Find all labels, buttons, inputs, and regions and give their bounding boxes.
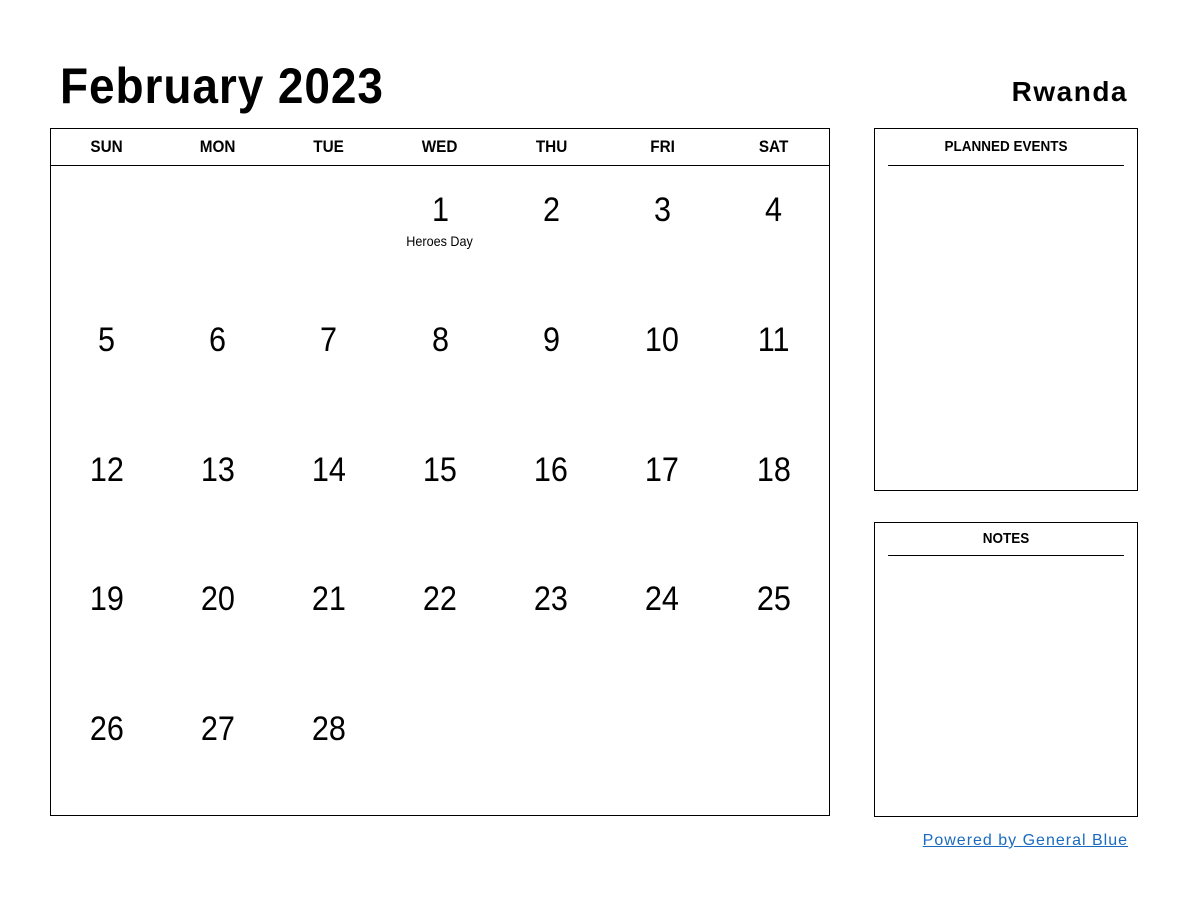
day-cell: 8 — [384, 296, 495, 426]
day-cell: 17 — [607, 426, 718, 556]
weekday-tue: TUE — [313, 137, 345, 156]
planned-events-heading: PLANNED EVENTS — [888, 129, 1124, 166]
day-number: 9 — [542, 320, 560, 359]
day-number: 2 — [542, 191, 560, 229]
notes-panel: NOTES — [874, 522, 1138, 817]
powered-by-link[interactable]: Powered by General Blue — [923, 832, 1128, 850]
day-number: 24 — [645, 580, 680, 619]
day-cell: 27 — [162, 685, 273, 815]
empty-day-cell — [162, 166, 273, 296]
empty-day-cell — [273, 166, 384, 296]
day-cell: 3 — [607, 166, 718, 296]
weekday-wed: WED — [422, 137, 458, 156]
day-cell: 6 — [162, 296, 273, 426]
weekday-sun: SUN — [90, 137, 123, 156]
day-number: 5 — [98, 320, 116, 359]
day-number: 21 — [311, 580, 346, 619]
day-number: 27 — [200, 710, 235, 749]
day-cell: 5 — [51, 296, 162, 426]
day-cell: 16 — [496, 426, 607, 556]
empty-day-cell — [51, 166, 162, 296]
day-number: 13 — [200, 450, 235, 489]
day-cell: 13 — [162, 426, 273, 556]
weekday-thu: THU — [535, 137, 567, 156]
day-number: 26 — [89, 710, 124, 749]
notes-heading: NOTES — [888, 523, 1124, 556]
day-number: 12 — [89, 450, 124, 489]
day-cell: 18 — [718, 426, 829, 556]
holiday-label: Heroes Day — [406, 233, 474, 249]
empty-day-cell — [718, 685, 829, 815]
weekday-fri: FRI — [649, 137, 675, 156]
day-number: 19 — [89, 580, 124, 619]
day-cell: 20 — [162, 555, 273, 685]
day-cell: 14 — [273, 426, 384, 556]
day-number: 11 — [757, 320, 790, 359]
empty-day-cell — [607, 685, 718, 815]
weekday-sat: SAT — [758, 137, 789, 156]
day-cell: 11 — [718, 296, 829, 426]
day-number: 14 — [311, 450, 346, 489]
day-number: 23 — [534, 580, 569, 619]
calendar-days: 1 Heroes Day 2 3 4 5 6 7 8 9 10 11 12 13 14 15 16 17 18 19 2… — [51, 166, 829, 815]
day-number: 15 — [422, 450, 458, 489]
day-number: 4 — [764, 191, 782, 229]
day-number: 28 — [311, 710, 346, 749]
day-number: 3 — [653, 191, 671, 229]
day-cell: 9 — [496, 296, 607, 426]
day-cell: 7 — [273, 296, 384, 426]
day-cell: 12 — [51, 426, 162, 556]
day-number: 17 — [645, 450, 680, 489]
day-cell: 26 — [51, 685, 162, 815]
day-number: 8 — [431, 320, 449, 359]
empty-day-cell — [384, 685, 495, 815]
day-cell: 23 — [496, 555, 607, 685]
day-number: 10 — [645, 320, 680, 359]
day-cell: 2 — [496, 166, 607, 296]
calendar-grid: SUN MON TUE WED THU FRI SAT 1 Heroes Day 2… — [50, 128, 830, 816]
day-number: 16 — [534, 450, 569, 489]
day-number: 18 — [756, 450, 791, 489]
day-cell: 1 Heroes Day — [384, 166, 495, 296]
day-cell: 10 — [607, 296, 718, 426]
day-number: 1 — [431, 191, 449, 229]
country-label: Rwanda — [1011, 76, 1128, 107]
day-cell: 24 — [607, 555, 718, 685]
weekday-header: SUN MON TUE WED THU FRI SAT — [51, 129, 829, 166]
day-number: 20 — [200, 580, 235, 619]
day-cell: 25 — [718, 555, 829, 685]
day-cell: 21 — [273, 555, 384, 685]
day-cell: 15 — [384, 426, 495, 556]
day-cell: 28 — [273, 685, 384, 815]
weekday-mon: MON — [199, 137, 236, 156]
day-number: 7 — [320, 320, 338, 359]
day-number: 25 — [756, 580, 791, 619]
day-number: 22 — [422, 580, 458, 619]
planned-events-panel: PLANNED EVENTS — [874, 128, 1138, 491]
day-number: 6 — [209, 320, 227, 359]
day-cell: 4 — [718, 166, 829, 296]
day-cell: 19 — [51, 555, 162, 685]
page-title: February 2023 — [60, 58, 384, 114]
day-cell: 22 — [384, 555, 495, 685]
empty-day-cell — [496, 685, 607, 815]
